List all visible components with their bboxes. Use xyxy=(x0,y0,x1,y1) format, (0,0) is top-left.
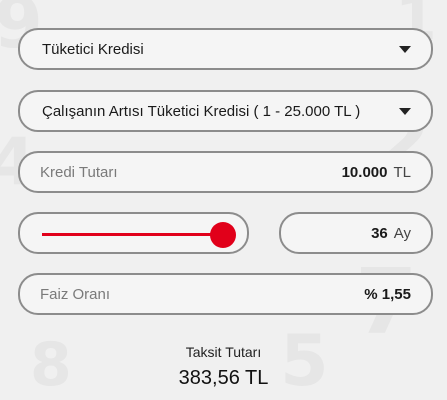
interest-rate-value: % 1,55 xyxy=(364,285,411,303)
loan-product-select[interactable]: Çalışanın Artısı Tüketici Kredisi ( 1 - … xyxy=(18,90,433,132)
loan-amount-field[interactable]: Kredi Tutarı 10.000 TL xyxy=(18,151,433,193)
term-months-value[interactable]: 36 xyxy=(371,225,388,242)
loan-amount-label: Kredi Tutarı xyxy=(40,163,118,181)
slider-fill xyxy=(42,233,223,236)
interest-rate-label: Faiz Oranı xyxy=(40,285,111,303)
installment-label: Taksit Tutarı xyxy=(185,344,262,360)
interest-rate-value-group: % 1,55 xyxy=(364,286,411,303)
slider-thumb[interactable] xyxy=(210,222,236,248)
slider-track[interactable] xyxy=(42,222,236,248)
installment-amount: 383,56 TL xyxy=(178,367,269,389)
loan-type-select[interactable]: Tüketici Kredisi xyxy=(18,28,433,70)
loan-amount-value-group: 10.000 TL xyxy=(342,164,411,181)
term-months-field[interactable]: 36 Ay xyxy=(279,212,433,254)
term-months-unit: Ay xyxy=(393,224,411,242)
chevron-down-icon xyxy=(399,107,411,115)
loan-type-selected: Tüketici Kredisi xyxy=(42,40,144,58)
loan-amount-value[interactable]: 10.000 xyxy=(342,164,388,181)
loan-product-selected: Çalışanın Artısı Tüketici Kredisi ( 1 - … xyxy=(42,102,361,120)
term-slider[interactable] xyxy=(18,212,249,254)
interest-rate-field: Faiz Oranı % 1,55 xyxy=(18,273,433,315)
chevron-down-icon xyxy=(399,45,411,53)
loan-amount-unit: TL xyxy=(393,163,411,181)
